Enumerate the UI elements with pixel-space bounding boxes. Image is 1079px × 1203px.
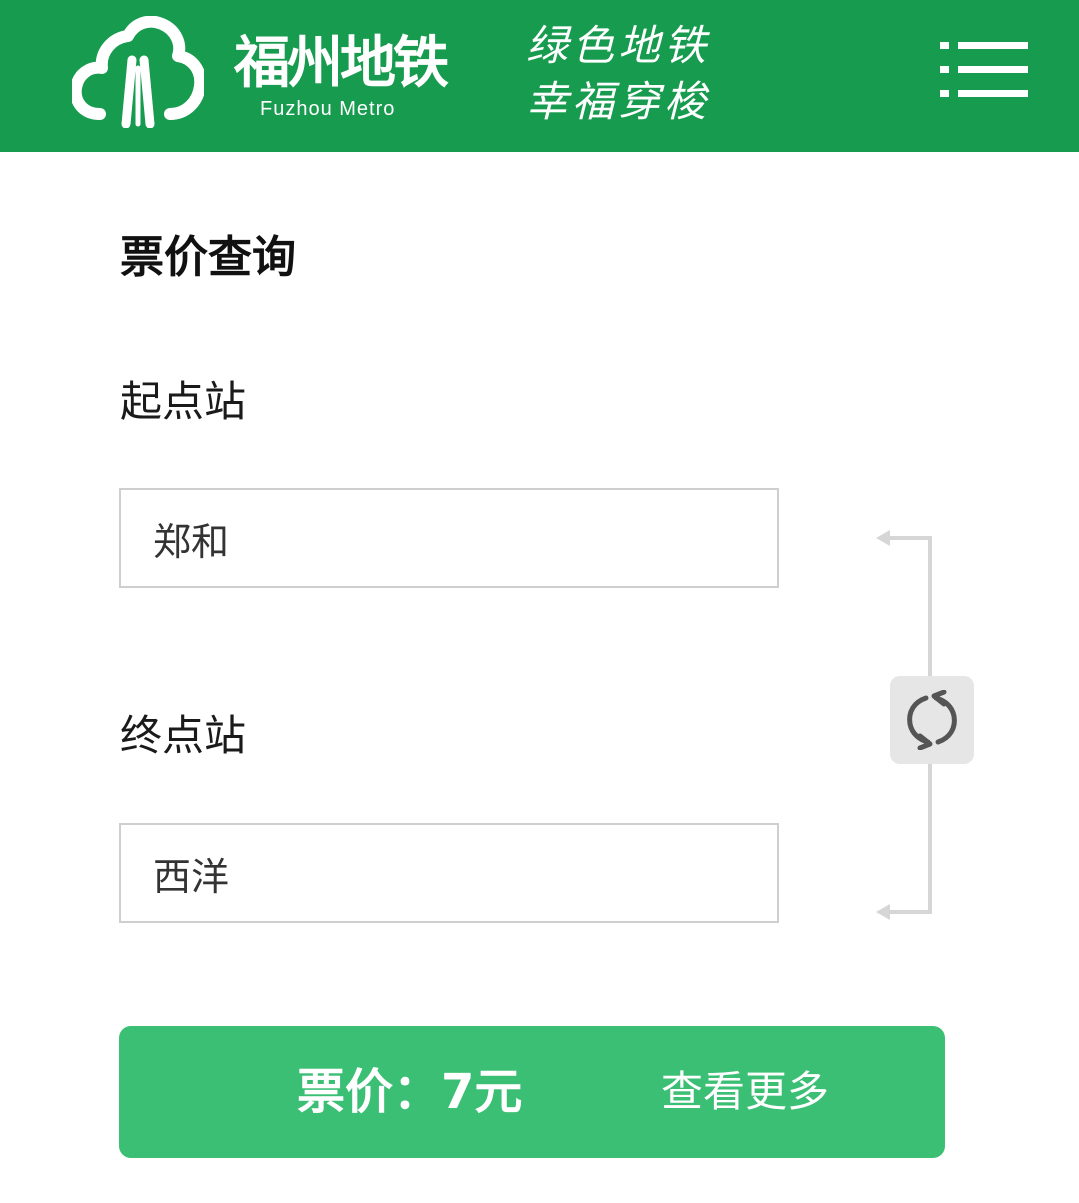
view-more-link[interactable]: 查看更多 — [661, 1064, 829, 1120]
slogan-line-1: 绿色地铁 — [526, 21, 711, 70]
slogan: 绿色地铁 幸福穿梭 — [526, 18, 726, 130]
swap-refresh-icon — [907, 690, 957, 750]
cloud-tree-logo-icon — [72, 16, 204, 128]
start-station-label: 起点站 — [120, 377, 247, 426]
page-title: 票价查询 — [120, 232, 296, 283]
brand-name-en: Fuzhou Metro — [260, 98, 396, 120]
fare-result-text: 票价：7元 — [297, 1064, 523, 1120]
list-menu-icon[interactable] — [940, 40, 1028, 100]
fare-result-bar: 票价：7元 查看更多 — [119, 1026, 945, 1158]
brand-name-cn: 福州地铁 — [234, 31, 449, 96]
start-station-input[interactable] — [119, 488, 779, 588]
end-station-label: 终点站 — [120, 711, 247, 760]
slogan-line-2: 幸福穿梭 — [526, 77, 711, 126]
end-station-input[interactable] — [119, 823, 779, 923]
app-header: 福州地铁 Fuzhou Metro 绿色地铁 幸福穿梭 — [0, 0, 1079, 152]
swap-stations-button[interactable] — [890, 676, 974, 764]
